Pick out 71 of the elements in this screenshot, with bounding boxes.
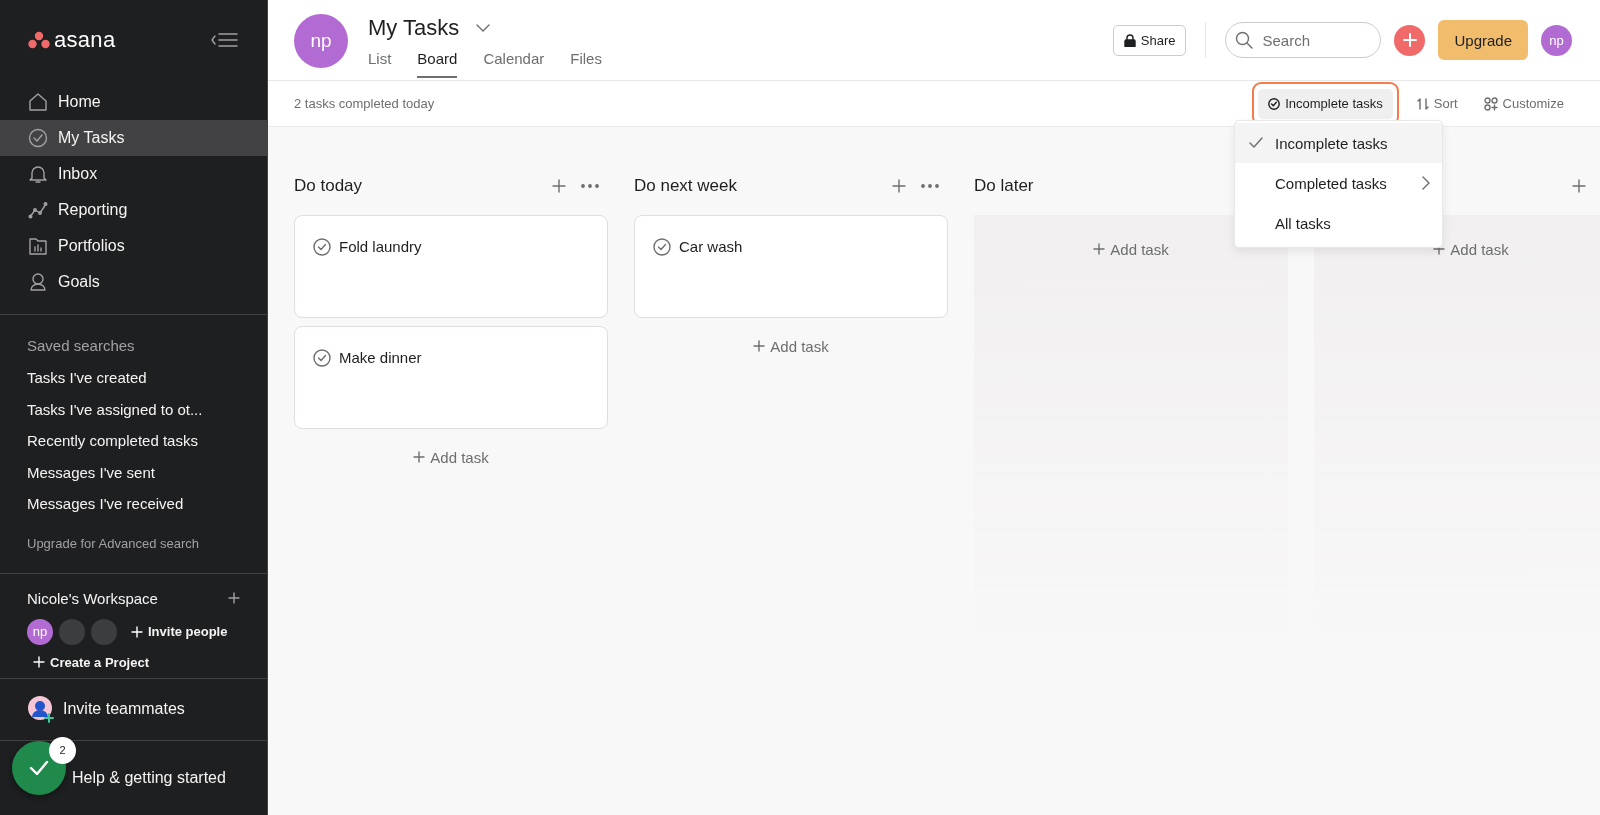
create-project-link[interactable]: Create a Project <box>33 654 240 670</box>
upgrade-button[interactable]: Upgrade <box>1438 20 1528 60</box>
lock-icon <box>1123 33 1136 47</box>
tab[interactable]: Calendar <box>483 50 545 78</box>
avatar-placeholder[interactable] <box>59 618 85 645</box>
invite-teammates-button[interactable]: Invite teammates <box>0 678 267 741</box>
nav-item[interactable]: Home <box>0 84 267 120</box>
search-field[interactable]: Search <box>1225 22 1382 58</box>
avatar-placeholder[interactable] <box>91 618 117 645</box>
nav-item[interactable]: Goals <box>0 264 267 300</box>
sort-button[interactable]: Sort <box>1408 89 1466 118</box>
avatar[interactable]: np <box>294 14 348 68</box>
task-card[interactable]: Car wash <box>634 215 948 318</box>
column-title: Do later <box>974 176 1034 196</box>
status-text: 2 tasks completed today <box>294 96 435 111</box>
checkmark-icon <box>1249 137 1263 149</box>
nav-item[interactable]: Portfolios <box>0 228 267 264</box>
saved-search-link[interactable]: Messages I've received <box>27 488 184 520</box>
task-name: Car wash <box>679 238 743 255</box>
grid-shapes-icon <box>1483 96 1498 111</box>
nav-item[interactable]: My Tasks <box>0 120 267 156</box>
tab[interactable]: Files <box>570 50 602 78</box>
check-circle-icon <box>313 349 331 367</box>
check-circle-icon <box>28 128 48 148</box>
task-name: Make dinner <box>339 349 422 366</box>
search-icon <box>1235 31 1254 49</box>
task-card[interactable]: Fold laundry <box>294 215 608 318</box>
filter-button[interactable]: Incomplete tasks <box>1258 88 1393 119</box>
workspace-name[interactable]: Nicole's Workspace <box>27 589 158 607</box>
bell-icon <box>28 164 48 184</box>
task-name: Fold laundry <box>339 238 422 255</box>
three-dots-icon <box>28 31 50 49</box>
add-task-button[interactable]: Add task <box>294 437 608 477</box>
help-link[interactable]: Help & getting started <box>72 768 226 787</box>
person-icon <box>28 272 48 292</box>
collapse-menu-icon <box>209 31 239 49</box>
customize-button[interactable]: Customize <box>1475 89 1572 118</box>
add-task-button[interactable]: Add task <box>634 326 948 366</box>
column-title: Do next week <box>634 176 737 196</box>
check-circle-icon <box>1268 97 1281 110</box>
menu-item[interactable]: Incomplete tasks <box>1235 123 1442 163</box>
nav-item[interactable]: Reporting <box>0 192 267 228</box>
saved-search-link[interactable]: Tasks I've assigned to ot... <box>27 393 203 425</box>
person-avatar-icon <box>27 695 55 723</box>
saved-search-link[interactable]: Messages I've sent <box>27 456 155 488</box>
chevron-down-icon <box>475 23 492 33</box>
page-title: My Tasks <box>368 14 460 42</box>
share-button[interactable]: Share <box>1112 24 1187 56</box>
avatar[interactable]: np <box>27 618 53 645</box>
column-title: Do today <box>294 176 363 196</box>
check-circle-icon <box>313 238 331 256</box>
folder-chart-icon <box>28 236 48 256</box>
saved-search-link[interactable]: Tasks I've created <box>27 362 147 394</box>
tab[interactable]: List <box>368 50 392 78</box>
chevron-right-icon <box>1422 176 1430 190</box>
upgrade-link[interactable]: Upgrade for Advanced search <box>27 535 199 551</box>
menu-item[interactable]: Completed tasks <box>1235 163 1442 203</box>
section-heading: Saved searches <box>27 337 135 354</box>
sort-arrows-icon <box>1416 97 1429 110</box>
task-card[interactable]: Make dinner <box>294 326 608 429</box>
nav-item[interactable]: Inbox <box>0 156 267 192</box>
line-chart-icon <box>28 200 48 220</box>
invite-people-link[interactable]: Invite people <box>131 624 228 639</box>
tab[interactable]: Board <box>417 50 458 78</box>
saved-search-link[interactable]: Recently completed tasks <box>27 425 198 457</box>
asana-logo[interactable]: asana <box>28 27 116 53</box>
add-button[interactable] <box>1394 24 1426 56</box>
notification-badge: 2 <box>49 736 76 764</box>
avatar[interactable]: np <box>1541 24 1572 56</box>
check-circle-icon <box>653 238 671 256</box>
home-icon <box>28 92 48 112</box>
